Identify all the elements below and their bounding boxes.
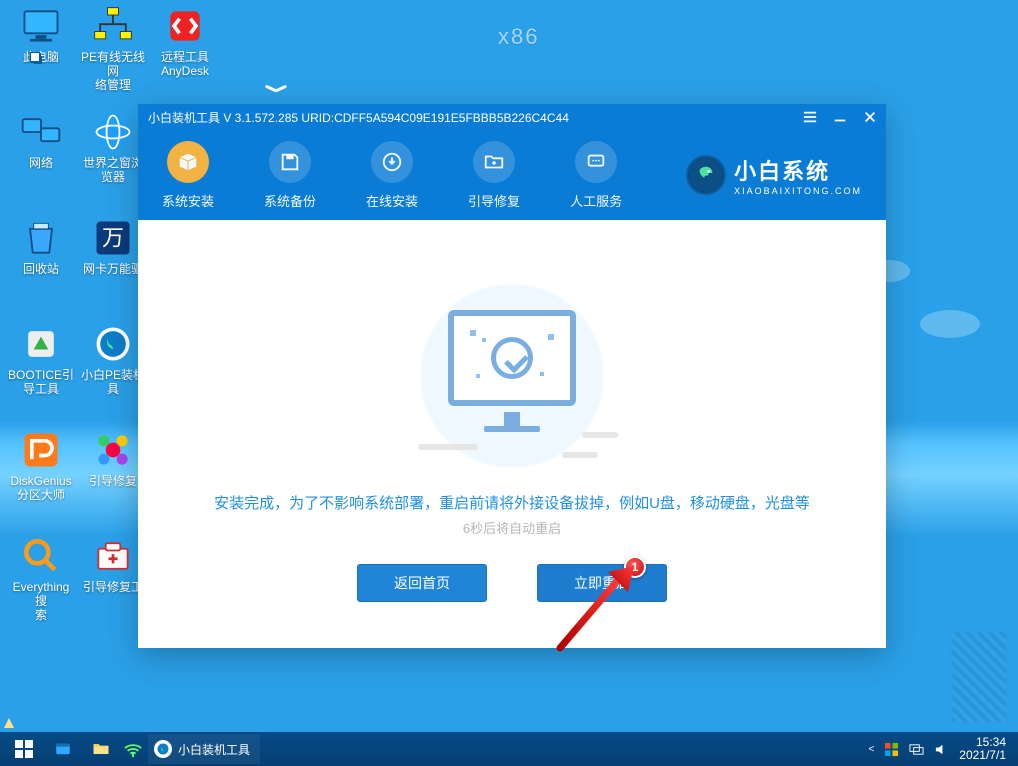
tab-label: 人工服务 (570, 191, 622, 210)
desktop-icon-label: DiskGenius 分区大师 (10, 474, 71, 502)
success-illustration (382, 304, 642, 474)
tab-bar: 系统安装 系统备份 在线安装 引导修复 人工服务 小白系统XIAOBAIXITO… (138, 130, 886, 220)
desktop-icon-recycle-bin[interactable]: 回收站 (8, 218, 74, 314)
tray-network-icon[interactable] (909, 742, 924, 757)
taskbar-clock[interactable]: 15:342021/7/1 (959, 736, 1006, 762)
back-home-button[interactable]: 返回首页 (357, 564, 487, 602)
taskbar-search[interactable] (44, 734, 82, 764)
menu-button[interactable] (802, 109, 818, 125)
tab-human-service[interactable]: 人工服务 (570, 141, 622, 210)
content-area: 安装完成，为了不影响系统部署，重启前请将外接设备拔掉，例如U盘，移动硬盘，光盘等… (138, 220, 886, 648)
desktop-icon-pe-network[interactable]: PE有线无线网 络管理 (80, 6, 146, 102)
windows-icon (15, 740, 33, 758)
tray-volume-icon[interactable] (934, 742, 949, 757)
tray-flag-icon[interactable] (884, 742, 899, 757)
minimize-button[interactable] (832, 109, 848, 125)
arch-label: x86 (498, 24, 539, 50)
app-window: 小白装机工具 V 3.1.572.285 URID:CDFF5A594C09E1… (138, 104, 886, 648)
desktop-icon-label: PE有线无线网 络管理 (80, 50, 146, 92)
desktop-icon-boot-repair-tool[interactable]: 引导修复工 (80, 536, 146, 632)
tab-boot-repair[interactable]: 引导修复 (468, 141, 520, 210)
desktop-icon-bootice[interactable]: BOOTICE引 导工具 (8, 324, 74, 420)
desktop-icon-label: 网卡万能驱 (83, 262, 143, 276)
taskbar-app[interactable]: 小白装机工具 (148, 734, 260, 764)
desktop-icon-label: 世界之窗浏 览器 (83, 156, 143, 184)
desktop-icon-label: 小白PE装机 具 (81, 368, 145, 396)
box-icon (167, 141, 209, 183)
desktop-icon-label: BOOTICE引 导工具 (8, 368, 74, 396)
download-icon (371, 141, 413, 183)
tab-system-backup[interactable]: 系统备份 (264, 141, 316, 210)
desktop-icon-diskgenius[interactable]: DiskGenius 分区大师 (8, 430, 74, 526)
close-button[interactable] (862, 109, 878, 125)
desktop-icon-this-pc[interactable]: 此电脑 (8, 6, 74, 102)
tab-label: 引导修复 (468, 191, 520, 210)
taskbar-wifi-icon[interactable] (120, 734, 146, 764)
desktop-icon-xiaobai-pe[interactable]: 小白PE装机 具 (80, 324, 146, 420)
taskbar-app-label: 小白装机工具 (178, 741, 250, 758)
desktop-icon-label: 远程工具 AnyDesk (161, 50, 209, 78)
desktop-icon-label: 引导修复 (89, 474, 137, 488)
desktop-icon-anydesk[interactable]: 远程工具 AnyDesk (152, 6, 218, 102)
desktop-icon-label: 网络 (29, 156, 53, 170)
checkmark-icon (491, 337, 533, 379)
desktop-icon-label: 引导修复工 (83, 580, 143, 594)
desktop-icon-boot-repair[interactable]: 引导修复 (80, 430, 146, 526)
tab-label: 系统备份 (264, 191, 316, 210)
desktop-icon-label: 回收站 (23, 262, 59, 276)
app-icon (154, 740, 172, 758)
brand-url: XIAOBAIXITONG.COM (734, 186, 862, 196)
blurred-region (952, 632, 1006, 722)
svg-text:万: 万 (102, 225, 124, 250)
desktop-icon-everything[interactable]: Everything搜 索 (8, 536, 74, 632)
monitor-icon (448, 310, 576, 406)
start-button[interactable] (4, 734, 44, 764)
desktop-icon-driver[interactable]: 万网卡万能驱 (80, 218, 146, 314)
tab-label: 在线安装 (366, 191, 418, 210)
brand-logo-icon (686, 155, 726, 195)
restart-now-button[interactable]: 立即重启 (537, 564, 667, 602)
tab-online-install[interactable]: 在线安装 (366, 141, 418, 210)
folder-plus-icon (473, 141, 515, 183)
tab-system-install[interactable]: 系统安装 (162, 141, 214, 210)
desktop-icon-browser[interactable]: 世界之窗浏 览器 (80, 112, 146, 208)
system-tray: < 15:342021/7/1 (868, 736, 1014, 762)
tab-label: 系统安装 (162, 191, 214, 210)
brand: 小白系统XIAOBAIXITONG.COM (686, 154, 862, 196)
chat-icon (575, 141, 617, 183)
desktop-icon-network[interactable]: 网络 (8, 112, 74, 208)
brand-name: 小白系统 (734, 154, 862, 186)
save-icon (269, 141, 311, 183)
tray-chevron-icon[interactable]: < (868, 744, 874, 755)
titlebar[interactable]: 小白装机工具 V 3.1.572.285 URID:CDFF5A594C09E1… (138, 104, 886, 130)
install-complete-message: 安装完成，为了不影响系统部署，重启前请将外接设备拔掉，例如U盘，移动硬盘，光盘等 (138, 492, 886, 513)
decor-cloud (920, 310, 980, 338)
desktop-icon-label: Everything搜 索 (8, 580, 74, 622)
countdown-message: 6秒后将自动重启 (138, 518, 886, 537)
taskbar-explorer[interactable] (82, 734, 120, 764)
window-title: 小白装机工具 V 3.1.572.285 URID:CDFF5A594C09E1… (148, 109, 802, 126)
taskbar: 小白装机工具 < 15:342021/7/1 (0, 732, 1018, 766)
